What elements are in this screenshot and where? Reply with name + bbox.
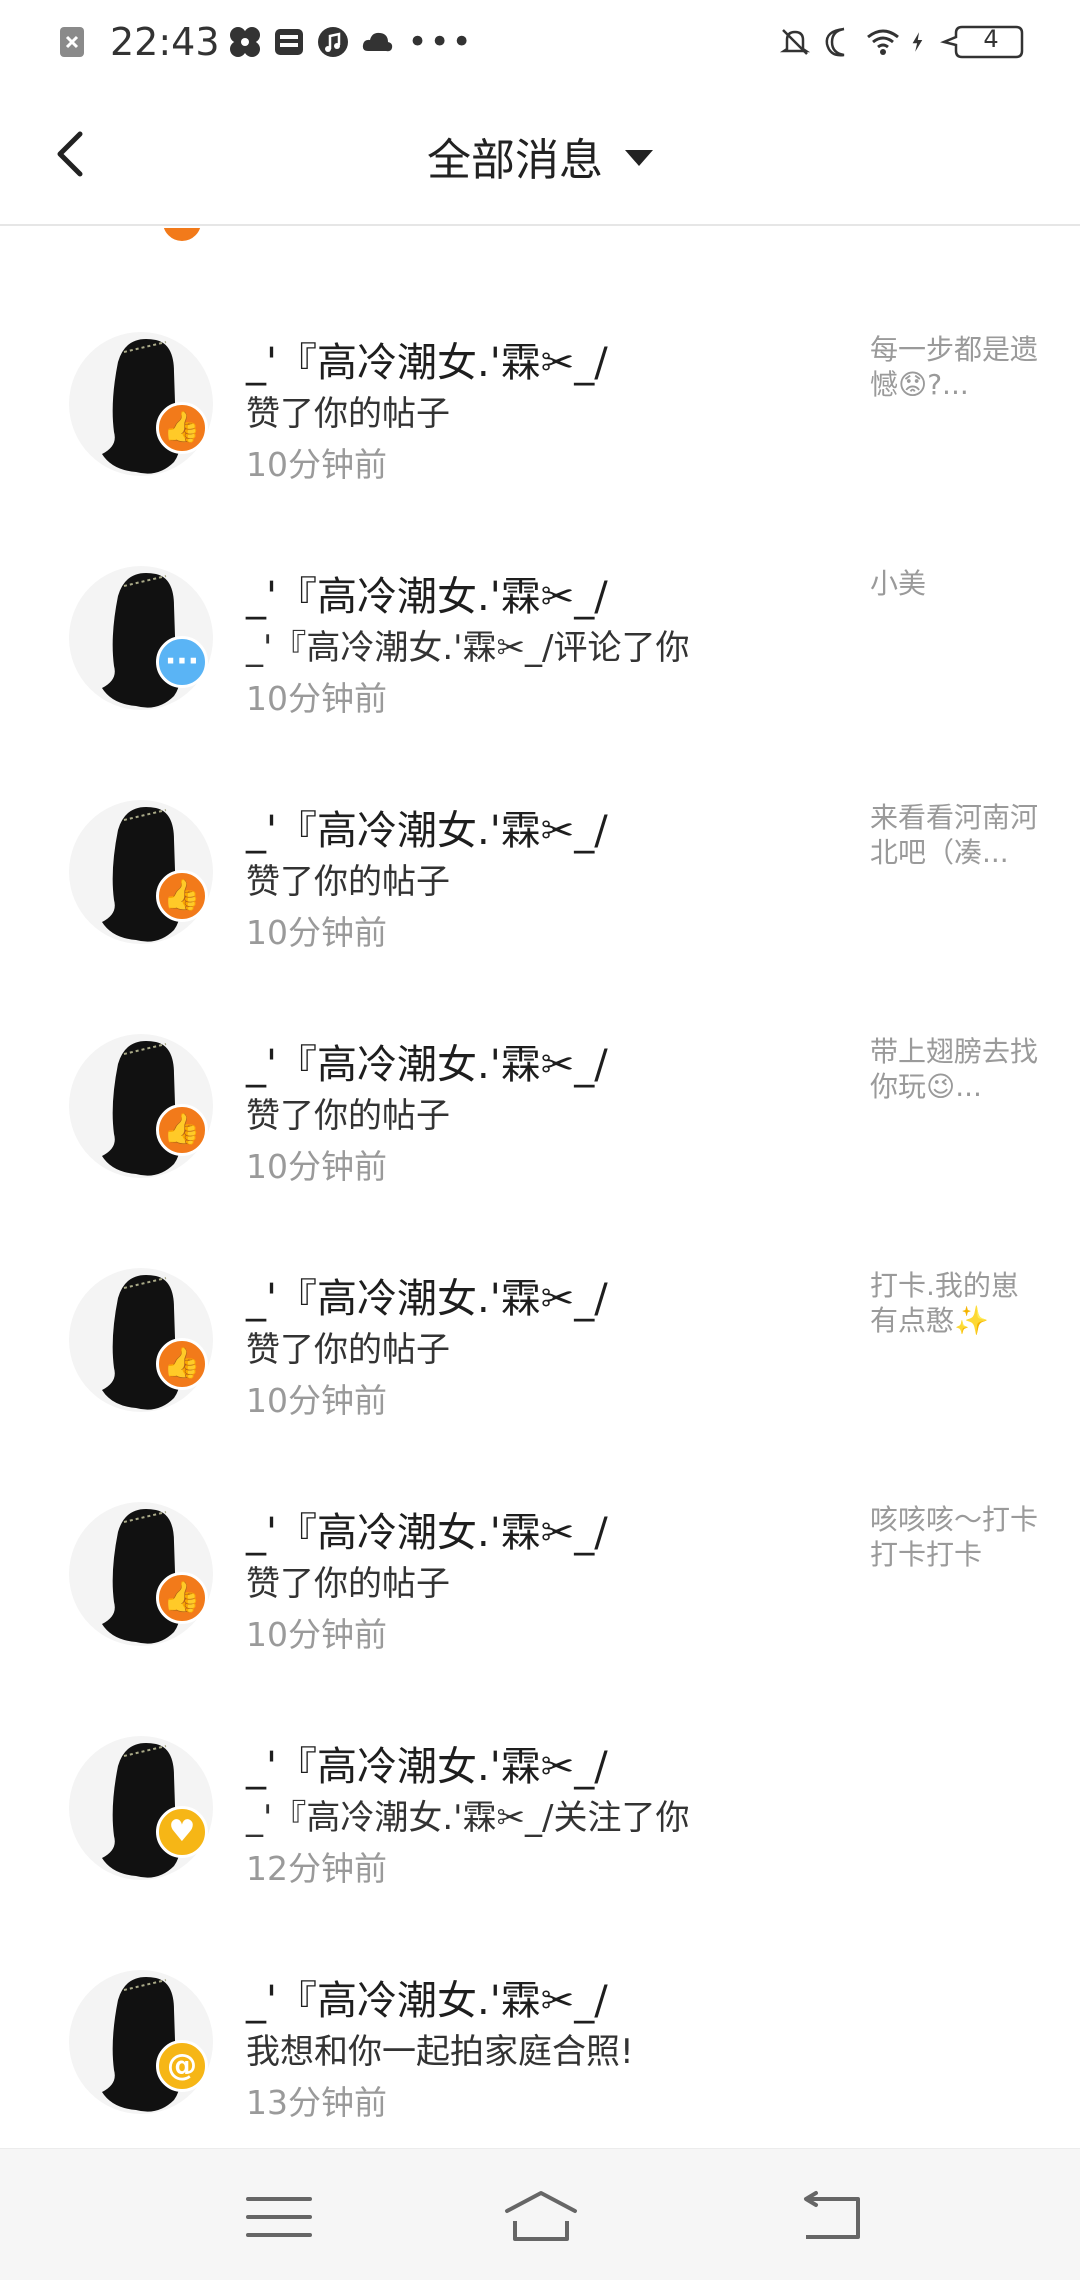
- home-icon[interactable]: [503, 2189, 579, 2245]
- return-icon[interactable]: [796, 2189, 866, 2245]
- sender-name[interactable]: _'『高冷潮女.'霖✂_/: [246, 1968, 608, 2026]
- notification-time: 12分钟前: [246, 1849, 387, 1888]
- system-nav-bar: [0, 2148, 1080, 2280]
- caret-down-icon: [625, 150, 653, 166]
- list-item[interactable]: 👍 _'『高冷潮女.'霖✂_/ 赞了你的帖子 10分钟前 咳咳咳～打卡打卡打卡: [0, 1462, 1080, 1696]
- notification-action: 赞了你的帖子: [246, 1564, 450, 1604]
- notification-action: 赞了你的帖子: [246, 394, 450, 434]
- battery-level: 4: [983, 25, 999, 53]
- card-icon: [274, 29, 303, 55]
- thumbs-up-icon: 👍: [156, 1104, 208, 1156]
- notification-action: 我想和你一起拍家庭合照!: [246, 2032, 634, 2072]
- comment-icon: ···: [156, 636, 208, 688]
- list-item[interactable]: 👍 _'『高冷潮女.'霖✂_/ 赞了你的帖子 10分钟前 每一步都是遗憾😟?..…: [0, 292, 1080, 526]
- partial-list-item: [0, 228, 1080, 244]
- sender-name[interactable]: _'『高冷潮女.'霖✂_/: [246, 330, 608, 388]
- moon-icon: [825, 27, 845, 57]
- post-preview[interactable]: 来看看河南河北吧（凑...: [870, 800, 1040, 870]
- sender-name[interactable]: _'『高冷潮女.'霖✂_/: [246, 1734, 608, 1792]
- notification-action: 赞了你的帖子: [246, 1096, 450, 1136]
- status-left: 22:43 •••: [56, 18, 474, 66]
- notification-time: 13分钟前: [246, 2083, 387, 2122]
- status-bar: 22:43 ••• 4: [0, 0, 1080, 84]
- sender-name[interactable]: _'『高冷潮女.'霖✂_/: [246, 564, 608, 622]
- notification-time: 10分钟前: [246, 679, 387, 718]
- at-mention-icon: @: [156, 2040, 208, 2092]
- wifi-icon: [867, 29, 899, 55]
- mute-bell-icon: [779, 29, 811, 55]
- close-notification-icon: [60, 27, 84, 57]
- notification-time: 10分钟前: [246, 913, 387, 952]
- post-preview[interactable]: 小美: [870, 566, 1040, 601]
- battery-indicator: 4: [938, 23, 1024, 61]
- post-preview[interactable]: 每一步都是遗憾😟?...: [870, 332, 1040, 402]
- menu-icon[interactable]: [244, 2189, 314, 2245]
- pinwheel-icon: [229, 27, 260, 57]
- notification-action: 赞了你的帖子: [246, 862, 450, 902]
- thumbs-up-icon: 👍: [156, 870, 208, 922]
- list-item[interactable]: 👍 _'『高冷潮女.'霖✂_/ 赞了你的帖子 10分钟前 打卡.我的崽有点憨✨: [0, 1228, 1080, 1462]
- cloud-icon: [362, 32, 392, 52]
- thumbs-up-icon: 👍: [156, 1338, 208, 1390]
- list-item[interactable]: @ _'『高冷潮女.'霖✂_/ 我想和你一起拍家庭合照! 13分钟前: [0, 1930, 1080, 2148]
- post-preview[interactable]: 打卡.我的崽有点憨✨: [870, 1268, 1040, 1338]
- list-item[interactable]: 👍 _'『高冷潮女.'霖✂_/ 赞了你的帖子 10分钟前 带上翅膀去找你玩😉..…: [0, 994, 1080, 1228]
- status-time: 22:43: [110, 20, 220, 64]
- status-right: 4: [778, 18, 1024, 66]
- more-status-icon: •••: [407, 22, 474, 62]
- notification-action: _'『高冷潮女.'霖✂_/关注了你: [246, 1798, 690, 1838]
- sender-name[interactable]: _'『高冷潮女.'霖✂_/: [246, 1032, 608, 1090]
- notification-time: 10分钟前: [246, 1147, 387, 1186]
- sender-name[interactable]: _'『高冷潮女.'霖✂_/: [246, 1266, 608, 1324]
- notification-time: 10分钟前: [246, 1615, 387, 1654]
- list-item[interactable]: ♥ _'『高冷潮女.'霖✂_/ _'『高冷潮女.'霖✂_/关注了你 12分钟前: [0, 1696, 1080, 1930]
- post-preview[interactable]: 带上翅膀去找你玩😉...: [870, 1034, 1040, 1104]
- list-item[interactable]: 👍 _'『高冷潮女.'霖✂_/ 赞了你的帖子 10分钟前 来看看河南河北吧（凑.…: [0, 760, 1080, 994]
- list-item[interactable]: ··· _'『高冷潮女.'霖✂_/ _'『高冷潮女.'霖✂_/评论了你 10分钟…: [0, 526, 1080, 760]
- notification-time: 10分钟前: [246, 445, 387, 484]
- sender-name[interactable]: _'『高冷潮女.'霖✂_/: [246, 1500, 608, 1558]
- page-title: 全部消息: [427, 135, 603, 186]
- notification-action: 赞了你的帖子: [246, 1330, 450, 1370]
- thumbs-up-icon: 👍: [156, 402, 208, 454]
- notification-action: _'『高冷潮女.'霖✂_/评论了你: [246, 628, 690, 668]
- thumbs-up-icon: 👍: [156, 1572, 208, 1624]
- music-icon: [317, 27, 348, 57]
- like-badge-icon: [160, 228, 204, 244]
- notification-list[interactable]: 👍 _'『高冷潮女.'霖✂_/ 赞了你的帖子 10分钟前 每一步都是遗憾😟?..…: [0, 228, 1080, 2148]
- header: 全部消息: [0, 84, 1080, 226]
- notification-time: 10分钟前: [246, 1381, 387, 1420]
- post-preview[interactable]: 咳咳咳～打卡打卡打卡: [870, 1502, 1040, 1572]
- title-dropdown[interactable]: 全部消息: [0, 124, 1080, 188]
- charging-icon: [912, 32, 923, 52]
- heart-icon: ♥: [156, 1806, 208, 1858]
- sender-name[interactable]: _'『高冷潮女.'霖✂_/: [246, 798, 608, 856]
